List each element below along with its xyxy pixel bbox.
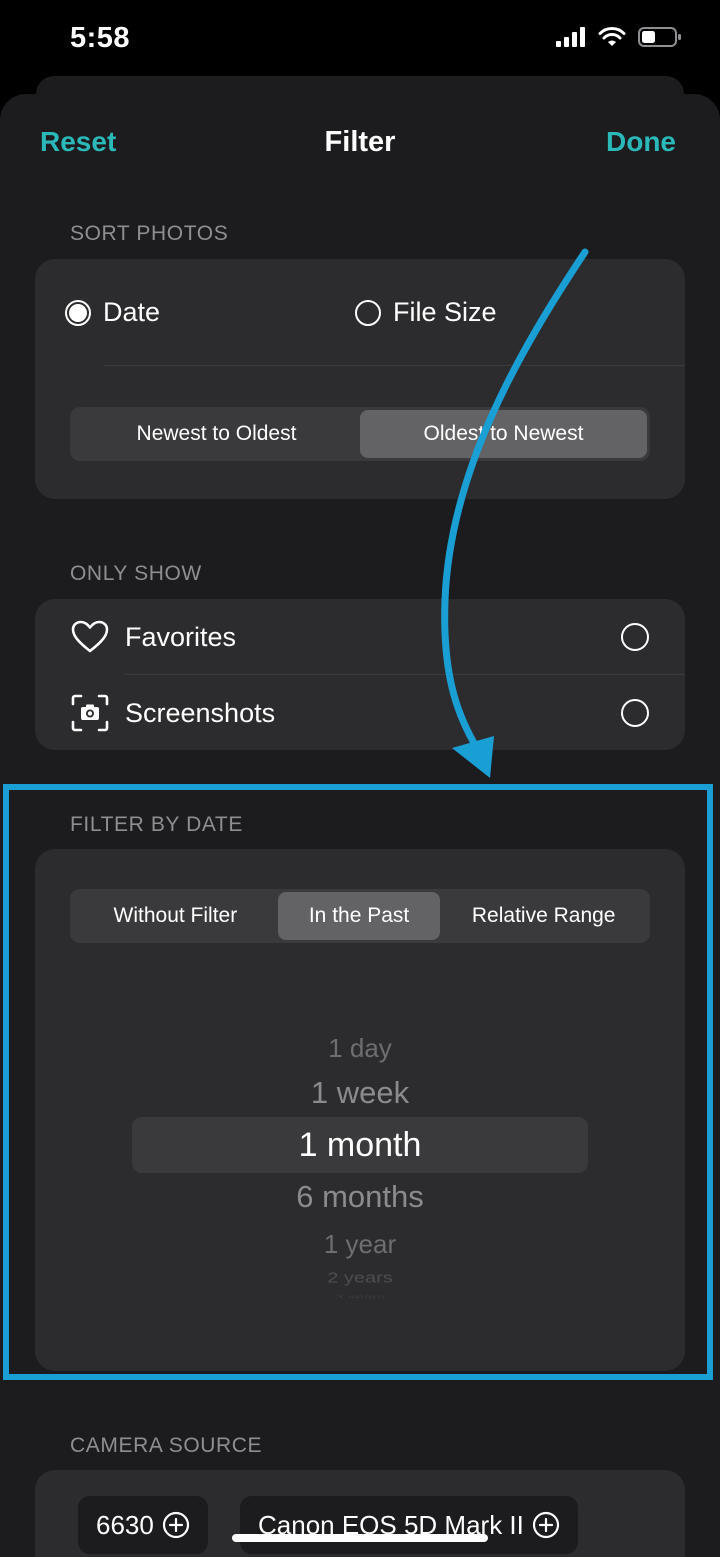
segment-without-filter[interactable]: Without Filter	[73, 892, 278, 940]
camera-chip-6630[interactable]: 6630	[78, 1496, 208, 1554]
radio-selected-icon	[65, 299, 91, 326]
cellular-signal-icon	[556, 27, 585, 47]
filter-by-date-card: Without Filter In the Past Relative Rang…	[35, 849, 685, 1371]
segment-newest-to-oldest[interactable]: Newest to Oldest	[73, 410, 360, 458]
only-show-header: ONLY SHOW	[70, 562, 202, 585]
screenshots-radio[interactable]	[621, 699, 649, 727]
camera-source-card: 6630 Canon EOS 5D Mark II	[35, 1470, 685, 1557]
sort-photos-header: SORT PHOTOS	[70, 222, 229, 245]
screenshot-icon	[71, 694, 109, 732]
radio-unselected-icon	[355, 299, 381, 326]
picker-option[interactable]: 2 years	[35, 1270, 685, 1287]
home-indicator[interactable]	[232, 1534, 488, 1542]
sort-photos-card: Date File Size Newest to Oldest Oldest t…	[35, 259, 685, 499]
heart-icon	[71, 618, 109, 656]
status-time: 5:58	[70, 22, 131, 54]
chip-label: 6630	[96, 1509, 154, 1540]
picker-option-selected[interactable]: 1 month	[35, 1126, 685, 1165]
status-icons	[556, 26, 682, 48]
sort-option-label: Date	[103, 297, 161, 327]
wifi-icon	[598, 27, 626, 46]
sort-option-label: File Size	[393, 297, 497, 327]
sort-option-date[interactable]: Date	[65, 297, 160, 328]
camera-source-header: CAMERA SOURCE	[70, 1434, 263, 1457]
favorites-radio[interactable]	[621, 623, 649, 651]
only-show-screenshots-row[interactable]: Screenshots	[35, 675, 685, 751]
picker-option[interactable]: 6 months	[35, 1179, 685, 1215]
sort-order-segmented-control: Newest to Oldest Oldest to Newest	[70, 407, 650, 461]
favorites-label: Favorites	[125, 621, 237, 652]
done-button[interactable]: Done	[606, 126, 676, 158]
picker-option[interactable]: 3 years	[35, 1294, 685, 1299]
date-filter-segmented-control: Without Filter In the Past Relative Rang…	[70, 889, 650, 943]
segment-relative-range[interactable]: Relative Range	[440, 892, 647, 940]
only-show-favorites-row[interactable]: Favorites	[35, 599, 685, 675]
screen: 5:58 Reset Filter Done SORT PHOTOS Date …	[0, 0, 720, 1557]
plus-circle-icon	[162, 1511, 190, 1539]
screenshots-label: Screenshots	[125, 697, 276, 728]
segment-in-the-past[interactable]: In the Past	[277, 892, 441, 940]
picker-option[interactable]: 1 day	[35, 1033, 685, 1064]
picker-option[interactable]: 1 week	[35, 1075, 685, 1111]
status-bar: 5:58	[0, 0, 720, 80]
picker-option[interactable]: 1 year	[35, 1229, 685, 1260]
plus-circle-icon	[532, 1511, 560, 1539]
segment-oldest-to-newest[interactable]: Oldest to Newest	[360, 410, 647, 458]
camera-chip-canon[interactable]: Canon EOS 5D Mark II	[240, 1496, 578, 1554]
divider	[103, 365, 685, 366]
only-show-card: Favorites Screenshots	[35, 599, 685, 750]
battery-icon	[638, 27, 681, 47]
filter-by-date-header: FILTER BY DATE	[70, 813, 243, 836]
duration-picker[interactable]: 1 day 1 week 1 month 6 months 1 year 2 y…	[35, 1009, 685, 1309]
sort-option-file-size[interactable]: File Size	[355, 297, 497, 328]
